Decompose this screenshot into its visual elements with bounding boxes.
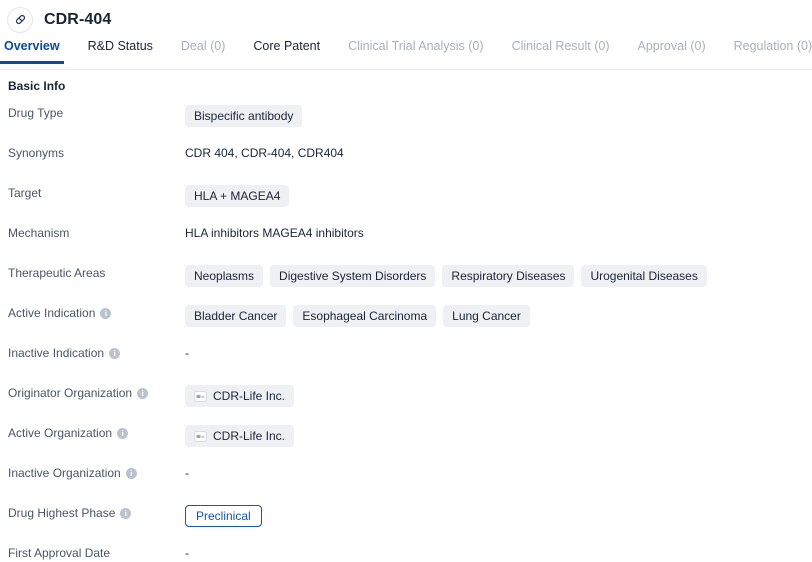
field-value: Bispecific antibody bbox=[185, 104, 812, 127]
info-icon[interactable]: i bbox=[117, 427, 129, 439]
field-row-target: Target HLA + MAGEA4 bbox=[0, 184, 812, 224]
field-value: Neoplasms Digestive System Disorders Res… bbox=[185, 264, 812, 287]
field-row-first-approval-date: First Approval Date - bbox=[0, 544, 812, 562]
field-row-inactive-indication: Inactive Indication i - bbox=[0, 344, 812, 384]
field-label: Drug Type bbox=[0, 104, 185, 121]
field-row-therapeutic-areas: Therapeutic Areas Neoplasms Digestive Sy… bbox=[0, 264, 812, 304]
tab-deal[interactable]: Deal (0) bbox=[181, 39, 225, 63]
chip-organization-label: CDR-Life Inc. bbox=[213, 429, 286, 443]
field-label-text: Drug Highest Phase bbox=[8, 506, 116, 520]
field-value: - bbox=[185, 346, 189, 360]
field-label: Active Organization i bbox=[0, 424, 185, 441]
field-value: - bbox=[185, 466, 189, 480]
field-label: Inactive Organization i bbox=[0, 464, 185, 481]
field-label-text: Synonyms bbox=[8, 146, 65, 160]
chip-indication[interactable]: Bladder Cancer bbox=[185, 305, 287, 327]
field-value: Bladder Cancer Esophageal Carcinoma Lung… bbox=[185, 304, 812, 327]
field-label: Therapeutic Areas bbox=[0, 264, 185, 281]
chip-organization[interactable]: CDR-Life Inc. bbox=[185, 385, 295, 407]
status-badge-phase[interactable]: Preclinical bbox=[185, 505, 262, 527]
info-icon[interactable]: i bbox=[120, 507, 132, 519]
field-value: HLA inhibitors MAGEA4 inhibitors bbox=[185, 226, 364, 240]
tab-approval[interactable]: Approval (0) bbox=[638, 39, 706, 63]
field-label: Synonyms bbox=[0, 144, 185, 161]
field-label: Active Indication i bbox=[0, 304, 185, 321]
tab-clinical-result[interactable]: Clinical Result (0) bbox=[512, 39, 610, 63]
section-title-basic-info: Basic Info bbox=[8, 79, 66, 93]
field-label: Drug Highest Phase i bbox=[0, 504, 185, 521]
field-row-inactive-organization: Inactive Organization i - bbox=[0, 464, 812, 504]
tab-clinical-trial-analysis[interactable]: Clinical Trial Analysis (0) bbox=[348, 39, 483, 63]
chip-therapeutic-area[interactable]: Urogenital Diseases bbox=[581, 265, 707, 287]
field-row-drug-type: Drug Type Bispecific antibody bbox=[0, 104, 812, 144]
field-value: - bbox=[185, 546, 189, 560]
field-row-mechanism: Mechanism HLA inhibitors MAGEA4 inhibito… bbox=[0, 224, 812, 264]
field-row-active-organization: Active Organization i CDR-Life Inc. bbox=[0, 424, 812, 464]
field-label-text: Therapeutic Areas bbox=[8, 266, 106, 280]
field-label-text: Active Indication bbox=[8, 306, 96, 320]
chip-drug-type[interactable]: Bispecific antibody bbox=[185, 105, 303, 127]
field-label: Inactive Indication i bbox=[0, 344, 185, 361]
chip-organization[interactable]: CDR-Life Inc. bbox=[185, 425, 295, 447]
chip-indication[interactable]: Esophageal Carcinoma bbox=[293, 305, 437, 327]
tab-core-patent[interactable]: Core Patent bbox=[253, 39, 320, 63]
field-label: Originator Organization i bbox=[0, 384, 185, 401]
field-label-text: Mechanism bbox=[8, 226, 70, 240]
tabbar: Overview R&D Status Deal (0) Core Patent… bbox=[0, 39, 812, 70]
chip-therapeutic-area[interactable]: Digestive System Disorders bbox=[270, 265, 436, 287]
field-label-text: Inactive Indication bbox=[8, 346, 105, 360]
field-row-originator-organization: Originator Organization i CDR-Life Inc. bbox=[0, 384, 812, 424]
building-icon bbox=[194, 390, 207, 402]
tab-rd-status[interactable]: R&D Status bbox=[88, 39, 153, 63]
page-header: CDR-404 bbox=[0, 0, 812, 39]
field-label-text: Active Organization bbox=[8, 426, 113, 440]
pill-icon bbox=[7, 6, 33, 33]
field-value: CDR-Life Inc. bbox=[185, 424, 812, 447]
field-label: Target bbox=[0, 184, 185, 201]
field-label: First Approval Date bbox=[0, 544, 185, 561]
chip-organization-label: CDR-Life Inc. bbox=[213, 389, 286, 403]
field-row-drug-highest-phase: Drug Highest Phase i Preclinical bbox=[0, 504, 812, 544]
chip-therapeutic-area[interactable]: Neoplasms bbox=[185, 265, 264, 287]
overview-panel: Basic Info Drug Type Bispecific antibody… bbox=[0, 70, 812, 562]
chip-therapeutic-area[interactable]: Respiratory Diseases bbox=[442, 265, 575, 287]
field-label-text: Target bbox=[8, 186, 42, 200]
info-icon[interactable]: i bbox=[125, 467, 137, 479]
field-label-text: Originator Organization bbox=[8, 386, 133, 400]
chip-indication[interactable]: Lung Cancer bbox=[443, 305, 530, 327]
field-label-text: Drug Type bbox=[8, 106, 64, 120]
info-icon[interactable]: i bbox=[109, 347, 121, 359]
field-label: Mechanism bbox=[0, 224, 185, 241]
chip-target[interactable]: HLA + MAGEA4 bbox=[185, 185, 290, 207]
field-value: Preclinical bbox=[185, 504, 812, 527]
info-icon[interactable]: i bbox=[137, 387, 149, 399]
field-value: CDR-Life Inc. bbox=[185, 384, 812, 407]
field-row-synonyms: Synonyms CDR 404, CDR-404, CDR404 bbox=[0, 144, 812, 184]
field-value: HLA + MAGEA4 bbox=[185, 184, 812, 207]
building-icon bbox=[194, 430, 207, 442]
info-icon[interactable]: i bbox=[100, 307, 112, 319]
field-value: CDR 404, CDR-404, CDR404 bbox=[185, 146, 344, 160]
field-label-text: First Approval Date bbox=[8, 546, 111, 560]
tab-regulation[interactable]: Regulation (0) bbox=[734, 39, 812, 63]
field-label-text: Inactive Organization bbox=[8, 466, 121, 480]
tab-overview[interactable]: Overview bbox=[0, 39, 64, 64]
page-title: CDR-404 bbox=[44, 10, 112, 28]
field-row-active-indication: Active Indication i Bladder Cancer Esoph… bbox=[0, 304, 812, 344]
